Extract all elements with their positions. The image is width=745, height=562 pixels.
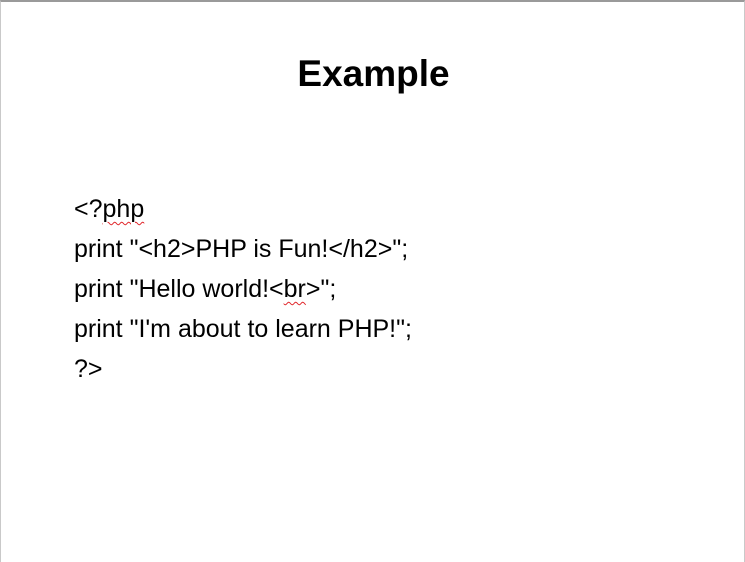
- code-line-1: <?php: [74, 189, 694, 229]
- code-text: >";: [305, 275, 337, 303]
- code-line-5: ?>: [74, 355, 103, 383]
- spellcheck-flagged-word: php: [102, 195, 145, 223]
- code-text: print "Hello world!<: [74, 275, 284, 303]
- slide: Example <?php print "<h2>PHP is Fun!</h2…: [0, 0, 745, 562]
- spellcheck-flagged-word: br: [283, 275, 306, 303]
- code-line-3: print "Hello world!<br>";: [74, 269, 694, 309]
- slide-title: Example: [297, 53, 450, 94]
- code-line-4: print "I'm about to learn PHP!";: [74, 315, 412, 343]
- code-block: <?php print "<h2>PHP is Fun!</h2>"; prin…: [74, 189, 694, 389]
- code-text: <?: [74, 195, 103, 223]
- code-line-2: print "<h2>PHP is Fun!</h2>";: [74, 235, 409, 263]
